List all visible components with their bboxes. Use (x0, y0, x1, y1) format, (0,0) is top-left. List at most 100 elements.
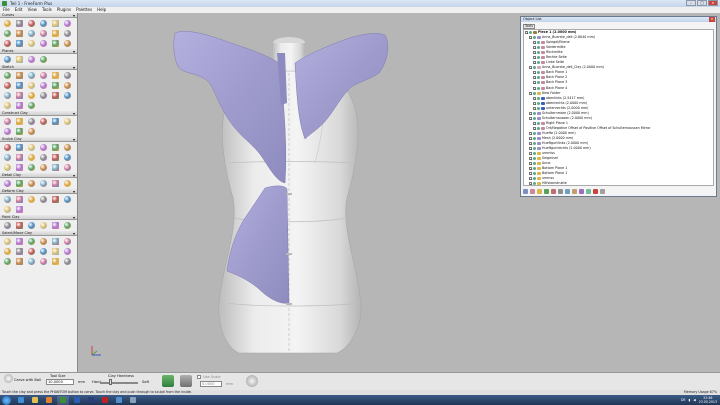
construct-sphere-icon[interactable] (14, 127, 25, 136)
expand-toggle-icon[interactable]: − (529, 167, 533, 171)
detail-texture-icon[interactable] (62, 179, 73, 188)
use-scale-checkbox[interactable] (197, 375, 201, 379)
visibility-icon[interactable] (533, 142, 536, 146)
object-tree-item[interactable]: − Hilfskonstrukte (524, 181, 713, 185)
sketch-line-icon[interactable] (14, 71, 25, 80)
curve-mesh-icon[interactable] (62, 29, 73, 38)
sculpt-mirror-icon[interactable] (38, 153, 49, 162)
sketch-grid-icon[interactable] (62, 91, 73, 100)
select-box-icon[interactable] (14, 247, 25, 256)
detail-smooth-icon[interactable] (38, 179, 49, 188)
expand-toggle-icon[interactable]: − (533, 51, 537, 55)
visibility-icon[interactable] (537, 101, 540, 105)
paint-spray-icon[interactable] (26, 221, 37, 230)
plane-angle-icon[interactable] (26, 55, 37, 64)
expand-toggle-icon[interactable]: − (533, 41, 537, 45)
select-layer-icon[interactable] (2, 257, 13, 266)
visibility-icon[interactable] (533, 162, 536, 166)
select-merge-icon[interactable] (38, 257, 49, 266)
taskbar-app-icon[interactable] (127, 396, 139, 405)
construct-blob-icon[interactable] (50, 117, 61, 126)
sketch-spline-icon[interactable] (14, 91, 25, 100)
plane-offset-icon[interactable] (14, 55, 25, 64)
sketch-offset-icon[interactable] (50, 71, 61, 80)
volume-icon[interactable]: ◀ (693, 398, 695, 402)
expand-toggle-icon[interactable]: − (533, 106, 537, 110)
sculpt-flatten-icon[interactable] (62, 143, 73, 152)
tug-tool-icon[interactable] (162, 375, 174, 387)
sketch-project-icon[interactable] (38, 91, 49, 100)
palette-header[interactable]: Sculpt Clay (0, 137, 77, 142)
curve-wave-icon[interactable] (62, 19, 73, 28)
visibility-icon[interactable] (533, 157, 536, 161)
deform-twist-icon[interactable] (26, 195, 37, 204)
construct-revolve-icon[interactable] (14, 117, 25, 126)
curve-arrow-icon[interactable] (62, 39, 73, 48)
taskbar-explorer-icon[interactable] (29, 396, 41, 405)
palette-header[interactable]: Detail Clay (0, 173, 77, 178)
expand-toggle-icon[interactable]: − (533, 126, 537, 130)
visibility-icon[interactable] (537, 121, 540, 125)
search-icon[interactable] (600, 189, 605, 194)
visibility-icon[interactable] (537, 76, 540, 80)
construct-box-icon[interactable] (2, 127, 13, 136)
sketch-select-icon[interactable] (2, 71, 13, 80)
sculpt-carve2-icon[interactable] (62, 163, 73, 172)
visibility-icon[interactable] (533, 111, 536, 115)
sketch-import-icon[interactable] (2, 101, 13, 110)
sketch-fillet-icon[interactable] (14, 81, 25, 90)
select-split-icon[interactable] (26, 257, 37, 266)
plane-icon[interactable] (2, 55, 13, 64)
construct-cyl-icon[interactable] (26, 127, 37, 136)
construct-loft-icon[interactable] (26, 117, 37, 126)
visibility-icon[interactable] (533, 91, 536, 95)
sculpt-tug-icon[interactable] (38, 143, 49, 152)
deform-bend-icon[interactable] (14, 195, 25, 204)
visibility-icon[interactable] (537, 51, 540, 55)
material-icon[interactable] (579, 189, 584, 194)
palette-header[interactable]: Sketch (0, 65, 77, 70)
sculpt-bulge-icon[interactable] (50, 163, 61, 172)
visibility-icon[interactable] (537, 46, 540, 50)
sculpt-inflate-icon[interactable] (38, 163, 49, 172)
curve-blob-icon[interactable] (14, 29, 25, 38)
taskbar-media-icon[interactable] (43, 396, 55, 405)
expand-toggle-icon[interactable]: − (533, 46, 537, 50)
sculpt-fill-icon[interactable] (50, 153, 61, 162)
taskbar-mail-icon[interactable] (113, 396, 125, 405)
close-button[interactable]: × (708, 0, 718, 6)
sketch-arc-icon[interactable] (26, 81, 37, 90)
deform-scale-icon[interactable] (14, 205, 25, 214)
visibility-icon[interactable] (533, 36, 536, 40)
sketch-curve-icon[interactable] (2, 81, 13, 90)
sculpt-pinch-icon[interactable] (2, 153, 13, 162)
visibility-icon[interactable] (533, 147, 536, 151)
hide-all-icon[interactable] (551, 189, 556, 194)
expand-toggle-icon[interactable]: − (529, 152, 533, 156)
construct-extrude-icon[interactable] (2, 117, 13, 126)
palette-header[interactable]: Deform Clay (0, 189, 77, 194)
select-align-icon[interactable] (62, 237, 73, 246)
expand-toggle-icon[interactable]: − (533, 56, 537, 60)
curve-line-icon[interactable] (50, 29, 61, 38)
expand-toggle-icon[interactable]: − (529, 36, 533, 40)
expand-toggle-icon[interactable]: − (533, 96, 537, 100)
expand-toggle-icon[interactable]: − (529, 157, 533, 161)
select-scale-icon[interactable] (26, 237, 37, 246)
taskbar-ie-icon[interactable] (15, 396, 27, 405)
palette-header[interactable]: Curves (0, 13, 77, 18)
sculpt-stamp-icon[interactable] (26, 153, 37, 162)
visibility-icon[interactable] (537, 41, 540, 45)
palette-header[interactable]: Construct Clay (0, 111, 77, 116)
expand-toggle-icon[interactable]: − (529, 131, 533, 135)
new-plane-icon[interactable] (530, 189, 535, 194)
select-group-icon[interactable] (14, 257, 25, 266)
maximize-button[interactable]: □ (697, 0, 707, 6)
sketch-text-icon[interactable] (26, 91, 37, 100)
sculpt-attract-icon[interactable] (26, 163, 37, 172)
expand-toggle-icon[interactable]: − (529, 137, 533, 141)
visibility-icon[interactable] (529, 31, 532, 35)
visibility-icon[interactable] (537, 86, 540, 90)
sketch-pen-icon[interactable] (26, 71, 37, 80)
expand-toggle-icon[interactable]: − (529, 142, 533, 146)
